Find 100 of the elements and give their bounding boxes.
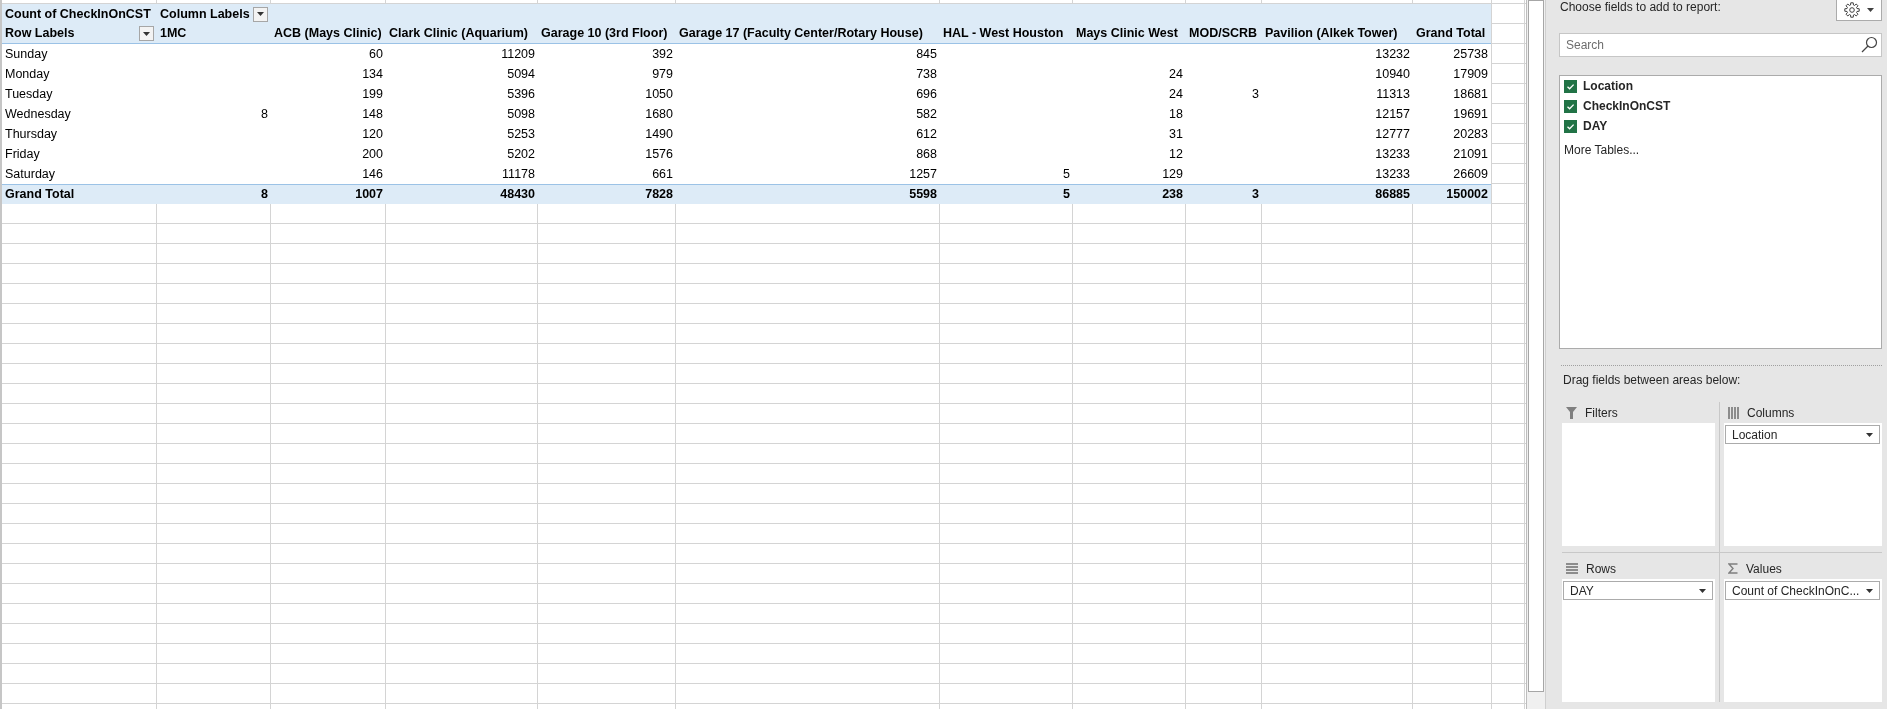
table-cell: 11313 xyxy=(1376,87,1410,101)
areas-hint: Drag fields between areas below: xyxy=(1562,373,1742,387)
table-cell: 868 xyxy=(916,147,937,161)
checkbox[interactable] xyxy=(1564,79,1577,93)
table-cell: 12157 xyxy=(1375,107,1410,121)
caret-icon xyxy=(1866,432,1873,437)
table-cell: 8 xyxy=(261,107,268,121)
field-dropdown[interactable]: DAY xyxy=(1563,581,1713,600)
table-cell: 5094 xyxy=(507,67,535,81)
funnel-icon xyxy=(1566,406,1577,419)
table-cell: 1257 xyxy=(909,167,937,181)
total-cell: 1007 xyxy=(355,188,383,201)
checkbox[interactable] xyxy=(1564,99,1577,113)
table-cell: 19691 xyxy=(1453,107,1488,121)
total-cell: 5598 xyxy=(909,188,937,201)
table-cell: 13233 xyxy=(1375,167,1410,181)
total-cell: 150002 xyxy=(1446,188,1488,201)
table-cell: 13232 xyxy=(1375,47,1410,61)
column-header: Grand Total xyxy=(1416,27,1486,40)
scrollbar-thumb[interactable] xyxy=(1528,0,1544,692)
table-cell: 24 xyxy=(1169,87,1183,101)
total-cell: 86885 xyxy=(1375,188,1410,201)
field-label[interactable]: Location xyxy=(1583,79,1633,93)
column-header: ACB (Mays Clinic) xyxy=(274,27,382,40)
table-cell: 979 xyxy=(652,67,673,81)
column-header: Garage 10 (3rd Floor) xyxy=(541,27,668,40)
table-cell: 13233 xyxy=(1375,147,1410,161)
row-label: Friday xyxy=(5,147,40,161)
table-cell: 20283 xyxy=(1453,127,1488,141)
table-cell: 120 xyxy=(362,127,383,141)
table-cell: 10940 xyxy=(1375,67,1410,81)
table-cell: 582 xyxy=(916,107,937,121)
table-cell: 392 xyxy=(652,47,673,61)
table-cell: 11178 xyxy=(502,167,535,181)
row-label: Tuesday xyxy=(5,87,53,101)
table-cell: 17909 xyxy=(1453,67,1488,81)
table-cell: 1050 xyxy=(645,87,673,101)
more-tables-link[interactable]: More Tables... xyxy=(1564,143,1640,157)
settings-button[interactable] xyxy=(1836,0,1882,21)
table-cell: 129 xyxy=(1162,167,1183,181)
table-cell: 146 xyxy=(362,167,383,181)
table-cell: 200 xyxy=(362,147,383,161)
table-cell: 1490 xyxy=(645,127,673,141)
table-cell: 3 xyxy=(1252,87,1259,101)
dropdown-button[interactable] xyxy=(139,26,154,41)
row-label: Sunday xyxy=(5,47,48,61)
total-cell: 7828 xyxy=(645,188,673,201)
table-cell: 845 xyxy=(916,47,937,61)
value-field-label: Count of CheckInOnCST xyxy=(5,7,151,21)
table-cell: 5253 xyxy=(507,127,535,141)
caret-icon xyxy=(1699,588,1706,593)
table-cell: 5 xyxy=(1063,167,1070,181)
vertical-bars-icon xyxy=(1728,406,1739,419)
row-label: Wednesday xyxy=(5,107,71,121)
area-title: Filters xyxy=(1585,405,1618,420)
total-cell: 5 xyxy=(1063,188,1070,201)
caret-icon xyxy=(1866,588,1873,593)
field-dropdown[interactable]: Location xyxy=(1725,425,1880,444)
checkbox[interactable] xyxy=(1564,119,1577,133)
field-dropdown[interactable]: Count of CheckInOnC... xyxy=(1725,581,1880,600)
table-cell: 738 xyxy=(916,67,937,81)
table-cell: 199 xyxy=(362,87,383,101)
table-cell: 5098 xyxy=(507,107,535,121)
table-cell: 25738 xyxy=(1453,47,1488,61)
table-cell: 18681 xyxy=(1453,87,1488,101)
total-cell: 238 xyxy=(1162,188,1183,201)
column-header: Clark Clinic (Aquarium) xyxy=(389,27,528,40)
column-header: 1MC xyxy=(160,27,187,40)
column-labels-label: Column Labels xyxy=(160,7,250,21)
row-label: Saturday xyxy=(5,167,56,181)
table-cell: 134 xyxy=(362,67,383,81)
table-cell: 696 xyxy=(916,87,937,101)
table-cell: 31 xyxy=(1169,127,1183,141)
table-cell: 661 xyxy=(652,167,673,181)
dropdown-button[interactable] xyxy=(253,6,268,22)
search-field[interactable]: Search xyxy=(1559,33,1882,57)
field-label[interactable]: DAY xyxy=(1583,119,1608,133)
column-header: Mays Clinic West xyxy=(1076,27,1178,40)
table-cell: 1576 xyxy=(645,147,673,161)
row-label: Thursday xyxy=(5,127,58,141)
table-cell: 18 xyxy=(1169,107,1183,121)
caret-icon xyxy=(257,12,264,16)
table-cell: 26609 xyxy=(1453,167,1488,181)
settings-icon xyxy=(1844,2,1860,18)
pane-heading: Choose fields to add to report: xyxy=(1559,0,1721,14)
row-label: Monday xyxy=(5,67,50,81)
table-cell: 11209 xyxy=(501,47,535,61)
search-icon xyxy=(1861,36,1878,53)
total-cell: 8 xyxy=(261,188,268,201)
grand-total-label: Grand Total xyxy=(5,188,75,201)
area-title: Rows xyxy=(1586,561,1616,576)
area-title: Columns xyxy=(1747,405,1795,420)
sigma-icon xyxy=(1728,563,1738,574)
area-title: Values xyxy=(1746,561,1782,576)
column-header: Garage 17 (Faculty Center/Rotary House) xyxy=(679,27,923,40)
column-header: MOD/SCRB xyxy=(1189,27,1258,40)
field-label[interactable]: CheckInOnCST xyxy=(1583,99,1671,113)
caret-icon xyxy=(143,31,150,36)
table-cell: 5202 xyxy=(507,147,535,161)
table-cell: 612 xyxy=(916,127,937,141)
